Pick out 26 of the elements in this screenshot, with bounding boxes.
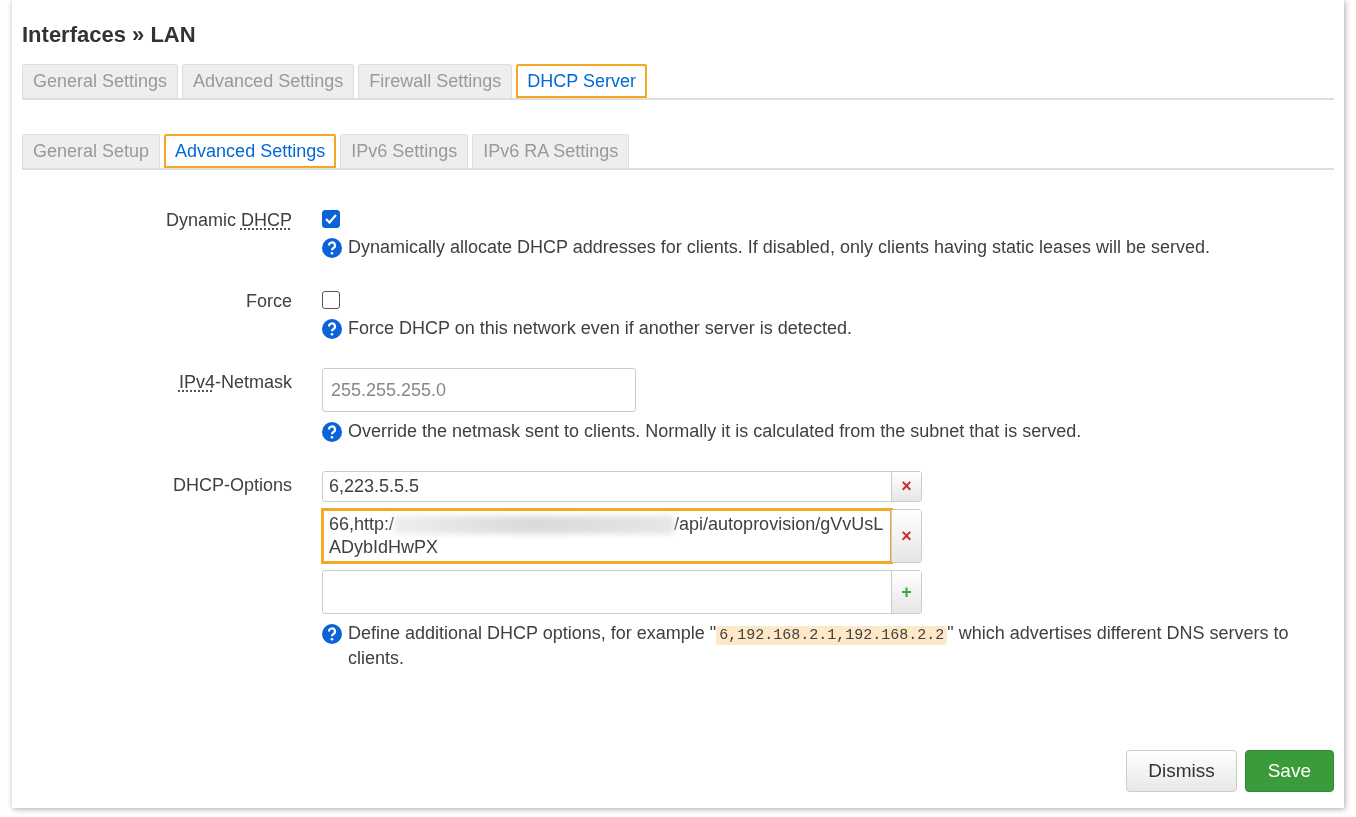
help-text: Force DHCP on this network even if another server is detected. (348, 317, 852, 340)
help-icon (322, 624, 342, 644)
save-button[interactable]: Save (1244, 750, 1334, 792)
field-label: IPv4-Netmask (178, 372, 292, 392)
help-icon (322, 319, 342, 339)
field-label: Force (246, 291, 292, 311)
help-icon (322, 422, 342, 442)
checkbox[interactable] (322, 210, 340, 228)
help-text: Define additional DHCP options, for example " 6,192.168.2.1,192.168.2.2 " which advertises different DNS servers to clients. (348, 622, 1290, 670)
subtab[interactable]: IPv6 Settings (340, 134, 469, 168)
dismiss-button[interactable]: Dismiss (1126, 750, 1237, 792)
help-text: Dynamically allocate DHCP addresses for clients. If disabled, only clients having static leases will be served. (348, 236, 1211, 259)
subtab[interactable]: Advanced Settings (164, 134, 337, 168)
field-label: Dynamic DHCP (165, 210, 292, 230)
tab[interactable]: DHCP Server (516, 64, 647, 98)
checkbox[interactable] (322, 291, 340, 309)
input-field[interactable]: 255.255.255.0 (322, 368, 636, 412)
help-text: Override the netmask sent to clients. Normally it is calculated from the subnet that is served. (348, 420, 1082, 443)
tab[interactable]: General Settings (22, 64, 179, 98)
tab[interactable]: Firewall Settings (358, 64, 513, 98)
help-icon (322, 238, 342, 258)
subtab[interactable]: General Setup (22, 134, 161, 168)
field-label: DHCP-Options (172, 475, 292, 495)
page-title: Interfaces » LAN (22, 22, 197, 48)
subtab[interactable]: IPv6 RA Settings (472, 134, 630, 168)
tab[interactable]: Advanced Settings (182, 64, 355, 98)
